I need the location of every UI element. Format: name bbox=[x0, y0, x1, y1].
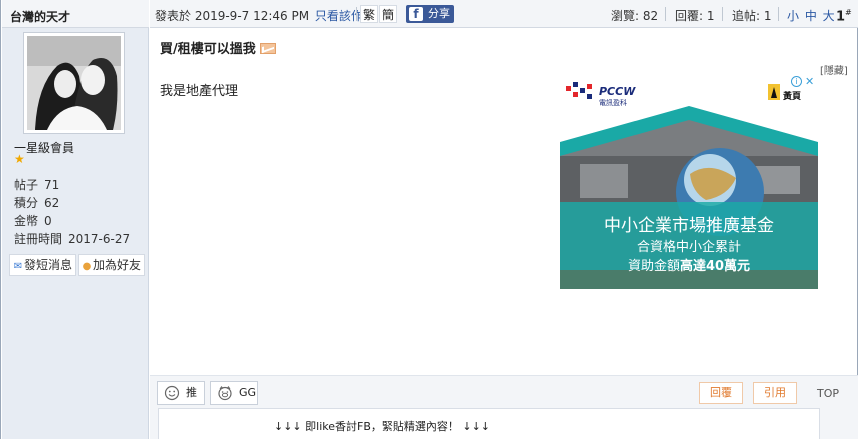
user-stats: 帖子 71 積分 62 金幣 0 註冊時間 2017-6-27 bbox=[14, 176, 130, 248]
traditional-button[interactable]: 繁 bbox=[360, 5, 379, 23]
stat-coins: 金幣 0 bbox=[14, 214, 52, 228]
follow-count: 追帖: 1 bbox=[732, 9, 772, 23]
username[interactable]: 台灣的天才 bbox=[2, 0, 149, 28]
users-icon: ● bbox=[82, 261, 92, 272]
info-icon[interactable]: i bbox=[791, 76, 802, 87]
reply-count: 回覆: 1 bbox=[675, 9, 715, 23]
user-sidebar: 台灣的天才 一星級會員 ★ 帖子 71 積分 62 金幣 0 註冊時間 2017-6-2… bbox=[2, 0, 149, 439]
stat-register-date: 註冊時間 2017-6-27 bbox=[14, 232, 131, 246]
ad-yellow-pages: 黃頁 bbox=[783, 92, 802, 102]
post-header: 發表於 2019-9-7 12:46 PM 只看該作者 繁 簡 f 分享 瀏覽:… bbox=[150, 0, 858, 28]
facebook-share-button[interactable]: f 分享 bbox=[406, 5, 454, 23]
close-icon[interactable]: ✕ bbox=[805, 75, 814, 88]
advertisement[interactable]: PCCW 電訊盈科 黃頁 i ✕ 中小企業市場推廣基金 合資格中小企累計 資助金… bbox=[560, 74, 818, 289]
ad-brand: PCCW bbox=[599, 85, 636, 98]
floor-number[interactable]: 1# bbox=[836, 8, 852, 24]
quote-button[interactable]: 引用 bbox=[753, 382, 797, 404]
gg-button[interactable]: GG bbox=[210, 381, 258, 405]
smile-icon bbox=[164, 385, 180, 401]
add-friend-button[interactable]: ● 加為好友 bbox=[78, 254, 146, 276]
stat-posts[interactable]: 帖子 71 bbox=[14, 176, 130, 194]
avatar-image bbox=[27, 36, 121, 130]
send-message-button[interactable]: ✉ 發短消息 bbox=[9, 254, 77, 276]
simplified-button[interactable]: 簡 bbox=[379, 5, 398, 23]
view-count: 瀏覽: 82 bbox=[611, 9, 659, 23]
post-toolbar: 推 GG 回覆 引用 TOP ↓↓↓ 即like香討FB，緊貼精選內容！ ↓↓↓ bbox=[150, 375, 858, 439]
post-title: 買/租樓可以搵我 bbox=[160, 38, 276, 57]
ad-brand-sub: 電訊盈科 bbox=[599, 99, 627, 107]
push-button[interactable]: 推 bbox=[157, 381, 205, 405]
divider bbox=[778, 7, 779, 21]
hide-ad-link[interactable]: [隱藏] bbox=[820, 62, 848, 77]
avatar[interactable] bbox=[23, 32, 125, 134]
font-size-links[interactable]: 小 中 大 bbox=[787, 7, 835, 24]
post-content: 我是地產代理 bbox=[160, 84, 239, 99]
post-frame: 台灣的天才 一星級會員 ★ 帖子 71 積分 62 金幣 0 註冊時間 2017-6-2… bbox=[0, 0, 858, 439]
facebook-icon: f bbox=[409, 7, 423, 21]
stat-points[interactable]: 積分 62 bbox=[14, 194, 130, 212]
divider bbox=[722, 7, 723, 21]
mail-icon bbox=[259, 43, 276, 54]
top-link[interactable]: TOP bbox=[817, 387, 839, 400]
ad-subline: 合資格中小企累計 bbox=[636, 240, 741, 255]
divider bbox=[356, 7, 357, 21]
post-date: 發表於 2019-9-7 12:46 PM 只看該作者 bbox=[155, 9, 375, 23]
star-icon: ★ bbox=[14, 152, 25, 166]
ad-headline: 中小企業市場推廣基金 bbox=[604, 216, 774, 236]
fb-promo-text: ↓↓↓ 即like香討FB，緊貼精選內容！ ↓↓↓ bbox=[158, 408, 820, 439]
ad-amount: 資助金額高達40萬元 bbox=[627, 259, 751, 274]
reply-button[interactable]: 回覆 bbox=[699, 382, 743, 404]
envelope-icon: ✉ bbox=[13, 261, 23, 272]
divider bbox=[665, 7, 666, 21]
pig-icon bbox=[218, 385, 232, 401]
